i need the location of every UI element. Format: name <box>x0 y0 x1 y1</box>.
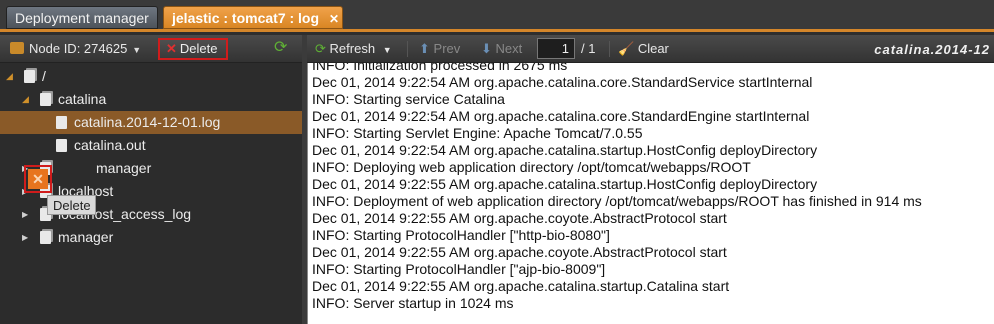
tree-item-root[interactable]: ◢ / <box>0 65 302 88</box>
tree-item-label: manager <box>96 160 152 176</box>
delete-x-icon: ✕ <box>166 41 177 56</box>
log-pane: ⟳ Refresh ▼ ⬆ Prev ⬇ Next 1 / 1 🧹 Clear … <box>307 35 994 324</box>
node-selector[interactable]: Node ID: 274625 ▼ <box>10 41 141 56</box>
log-line: INFO: Starting ProtocolHandler ["http-bi… <box>312 227 610 243</box>
log-line: Dec 01, 2014 9:22:55 AM org.apache.coyot… <box>312 244 727 260</box>
log-line: Dec 01, 2014 9:22:55 AM org.apache.coyot… <box>312 210 727 226</box>
log-line: INFO: Deployment of web application dire… <box>312 193 922 209</box>
delete-tooltip: Delete <box>47 195 96 215</box>
expanded-arrow-icon: ◢ <box>6 71 13 81</box>
tab-label: jelastic : tomcat7 : log <box>172 10 320 26</box>
delete-icon: ✕ <box>28 169 48 189</box>
clear-label: Clear <box>637 41 669 56</box>
log-line: Dec 01, 2014 9:22:54 AM org.apache.catal… <box>312 74 813 90</box>
collapsed-arrow-icon: ▶ <box>22 233 29 242</box>
file-tree-pane: Node ID: 274625 ▼ ✕ Delete ⟳ ◢ / ◢ catalin… <box>0 35 302 324</box>
delete-file-button[interactable]: ✕ <box>24 165 52 193</box>
next-button[interactable]: ⬇ Next <box>481 41 522 57</box>
chevron-down-icon: ▼ <box>382 45 392 55</box>
tree-item-catalina-out[interactable]: catalina.out <box>0 134 302 157</box>
tree-item-label: catalina.out <box>74 137 146 153</box>
tree-item-catalina[interactable]: ◢ catalina <box>0 88 302 111</box>
log-line: Dec 01, 2014 9:22:55 AM org.apache.catal… <box>312 278 730 294</box>
log-viewer-window: Deployment manager jelastic : tomcat7 : … <box>0 0 994 324</box>
expanded-arrow-icon: ◢ <box>22 94 29 104</box>
prev-button[interactable]: ⬆ Prev <box>419 41 460 57</box>
close-icon[interactable]: ✕ <box>329 8 339 31</box>
log-content[interactable]: INFO: Initialization processed in 2675 m… <box>307 63 994 324</box>
toolbar-separator <box>609 41 610 57</box>
up-arrow-icon: ⬆ <box>419 41 430 56</box>
delete-button[interactable]: ✕ Delete <box>158 38 228 60</box>
folder-icon <box>40 93 51 106</box>
log-file-title: catalina.2014-12 <box>874 42 990 57</box>
log-line: INFO: Deploying web application director… <box>312 159 751 175</box>
log-line: Dec 01, 2014 9:22:54 AM org.apache.catal… <box>312 108 810 124</box>
collapsed-arrow-icon: ▶ <box>22 210 29 219</box>
log-line: INFO: Server startup in 1024 ms <box>312 295 514 311</box>
tab-label: Deployment manager <box>15 10 149 26</box>
refresh-button[interactable]: ⟳ Refresh ▼ <box>315 41 392 57</box>
toolbar-separator <box>407 41 408 57</box>
refresh-label: Refresh <box>329 41 376 56</box>
refresh-icon: ⟳ <box>315 41 326 56</box>
file-icon <box>56 139 67 152</box>
tree-item-localhost-access-log[interactable]: ▶ localhost_access_log <box>0 203 302 226</box>
tab-tomcat-log[interactable]: jelastic : tomcat7 : log ✕ <box>163 6 343 29</box>
tree-item-catalina-log[interactable]: catalina.2014-12-01.log <box>0 111 302 134</box>
log-line: INFO: Starting service Catalina <box>312 91 505 107</box>
tree-item-label: catalina <box>58 91 107 107</box>
tree-item-label: manager <box>58 229 114 245</box>
tab-deployment-manager[interactable]: Deployment manager <box>6 6 158 29</box>
page-number-input[interactable]: 1 <box>537 38 575 59</box>
left-toolbar: Node ID: 274625 ▼ ✕ Delete ⟳ <box>0 35 302 63</box>
prev-label: Prev <box>433 41 461 56</box>
file-icon <box>56 116 67 129</box>
log-toolbar: ⟳ Refresh ▼ ⬆ Prev ⬇ Next 1 / 1 🧹 Clear … <box>307 35 994 63</box>
folder-icon <box>24 70 35 83</box>
log-line: INFO: Starting Servlet Engine: Apache To… <box>312 125 643 141</box>
tree-item-label: / <box>42 68 46 84</box>
refresh-tree-icon[interactable]: ⟳ <box>274 40 290 56</box>
node-label: Node ID: 274625 <box>29 41 128 56</box>
log-line: Dec 01, 2014 9:22:54 AM org.apache.catal… <box>312 142 818 158</box>
tab-bar: Deployment manager jelastic : tomcat7 : … <box>0 0 994 32</box>
tree-item-label: catalina.2014-12-01.log <box>74 114 221 130</box>
chevron-down-icon: ▼ <box>132 45 142 55</box>
clear-icon: 🧹 <box>618 41 635 56</box>
down-arrow-icon: ⬇ <box>481 41 492 56</box>
log-line: INFO: Initialization processed in 2675 m… <box>312 63 568 73</box>
tomcat-node-icon <box>10 42 24 54</box>
folder-icon <box>40 231 51 244</box>
log-line: INFO: Starting ProtocolHandler ["ajp-bio… <box>312 261 606 277</box>
clear-button[interactable]: 🧹 Clear <box>618 41 669 57</box>
delete-label: Delete <box>179 41 218 56</box>
log-line: Dec 01, 2014 9:22:55 AM org.apache.catal… <box>312 176 818 192</box>
page-total: / 1 <box>581 41 596 56</box>
tree-item-manager[interactable]: ▶ manager <box>0 226 302 249</box>
next-label: Next <box>495 41 523 56</box>
